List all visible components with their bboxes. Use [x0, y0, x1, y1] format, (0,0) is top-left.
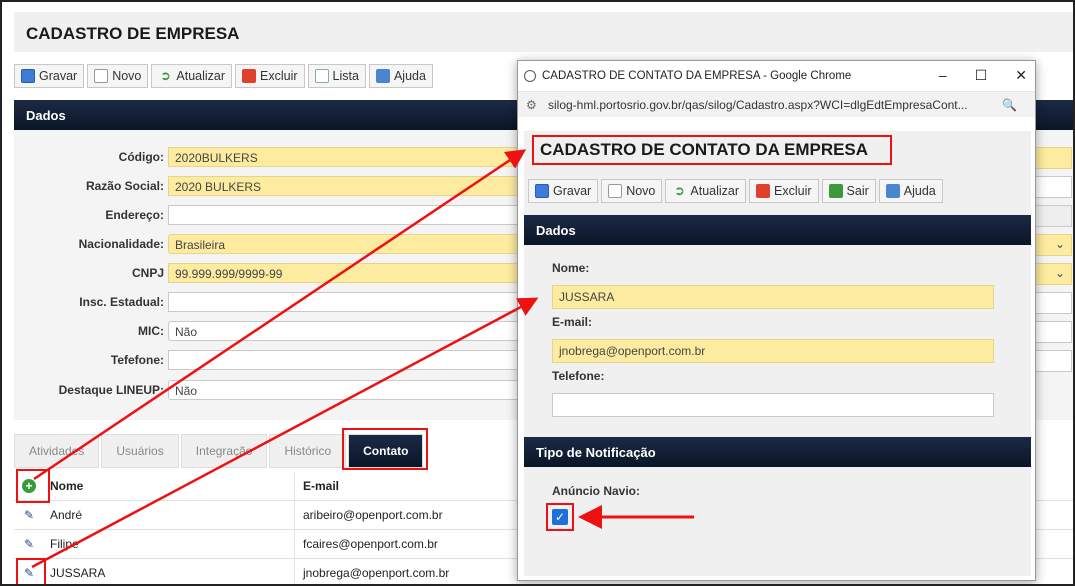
delete-button[interactable]: Excluir [235, 64, 305, 88]
popup-toolbar: Gravar Novo ➲ Atualizar Excluir Sair Ajud… [528, 179, 943, 203]
new-document-icon [94, 69, 109, 83]
new-button[interactable]: Novo [601, 179, 663, 203]
chevron-down-icon: ⌄ [1054, 237, 1065, 251]
contact-popup-window: CADASTRO DE CONTATO DA EMPRESA - Google … [517, 60, 1036, 581]
save-icon [535, 184, 549, 198]
cnpj-field[interactable]: 99.999.999/9999-99 [168, 263, 528, 283]
maximize-icon[interactable]: ☐ [975, 67, 988, 84]
field-label: Destaque LINEUP: [58, 383, 164, 397]
destaque-lineup-select[interactable]: Não [168, 380, 528, 400]
nome-field[interactable]: JUSSARA [552, 285, 994, 309]
field-label: Razão Social: [85, 179, 164, 193]
edit-icon: ✎ [23, 537, 35, 551]
anuncio-navio-checkbox[interactable]: ✓ [552, 509, 568, 525]
field-label: Insc. Estadual: [79, 295, 164, 309]
section-header-notificacao: Tipo de Notificação [524, 437, 1031, 467]
minimize-icon[interactable]: – [939, 67, 947, 84]
help-button[interactable]: Ajuda [878, 179, 943, 203]
telefone-label: Telefone: [552, 369, 605, 383]
cnpj-dropdown[interactable]: ⌄ [1032, 263, 1072, 285]
field-continuation [1032, 205, 1072, 227]
list-icon [314, 69, 329, 83]
telefone-field[interactable] [552, 393, 994, 417]
field-label: Tefefone: [110, 353, 164, 367]
tab-historico[interactable]: Histórico [269, 434, 347, 468]
delete-icon [756, 184, 771, 198]
field-label: Endereço: [105, 208, 164, 222]
tab-bar: Atividades Usuários Integração Histórico… [14, 434, 424, 468]
list-button[interactable]: Lista [307, 64, 366, 88]
razao-social-field[interactable]: 2020 BULKERS [168, 176, 528, 196]
field-continuation [1032, 176, 1072, 198]
popup-body: CADASTRO DE CONTATO DA EMPRESA Gravar No… [524, 131, 1031, 576]
column-header-nome[interactable]: Nome [44, 479, 294, 493]
help-icon [375, 69, 390, 83]
chevron-down-icon: ⌄ [1054, 266, 1065, 280]
site-info-icon[interactable]: ⚙ [526, 98, 540, 112]
email-label: E-mail: [552, 315, 593, 329]
close-icon[interactable]: ✕ [1015, 67, 1027, 84]
exit-icon [828, 184, 843, 198]
delete-button[interactable]: Excluir [749, 179, 819, 203]
field-continuation [1032, 321, 1072, 343]
add-contact-button[interactable]: + [14, 479, 44, 493]
field-continuation [1032, 292, 1072, 314]
new-document-icon [608, 184, 623, 198]
nome-label: Nome: [552, 261, 590, 275]
nacionalidade-dropdown[interactable]: ⌄ [1032, 234, 1072, 256]
edit-button[interactable]: ✎ [14, 508, 44, 522]
field-label: MIC: [138, 324, 164, 338]
email-field[interactable]: jnobrega@openport.com.br [552, 339, 994, 363]
window-controls: – ☐ ✕ [939, 67, 1027, 84]
tab-contato[interactable]: Contato [348, 434, 424, 468]
telefone-field[interactable] [168, 350, 528, 370]
delete-icon [242, 69, 257, 83]
edit-icon: ✎ [23, 508, 35, 522]
field-label: CNPJ [131, 266, 164, 280]
save-button[interactable]: Gravar [528, 179, 599, 203]
window-title: CADASTRO DE CONTATO DA EMPRESA - Google … [542, 70, 852, 82]
help-icon [885, 184, 900, 198]
new-button[interactable]: Novo [87, 64, 149, 88]
field-continuation [1032, 147, 1072, 169]
checkmark-icon: ✓ [554, 510, 566, 524]
contact-name: André [50, 508, 83, 522]
codigo-field[interactable]: 2020BULKERS [168, 147, 528, 167]
add-icon: + [22, 479, 36, 493]
field-label: Código: [118, 150, 164, 164]
contact-name: JUSSARA [50, 566, 106, 580]
endereco-field[interactable] [168, 205, 528, 225]
refresh-icon: ➲ [673, 183, 685, 198]
address-bar[interactable]: ⚙ silog-hml.portosrio.gov.br/qas/silog/C… [518, 91, 1035, 117]
help-button[interactable]: Ajuda [368, 64, 433, 88]
tab-usuarios[interactable]: Usuários [101, 434, 179, 468]
edit-icon: ✎ [23, 566, 35, 580]
mic-select[interactable]: Não [168, 321, 528, 341]
refresh-icon: ➲ [159, 68, 171, 83]
main-toolbar: Gravar Novo ➲ Atualizar Excluir Lista Aju… [14, 64, 433, 88]
popup-title: CADASTRO DE CONTATO DA EMPRESA [532, 135, 892, 165]
page-title: CADASTRO DE EMPRESA [26, 24, 240, 43]
field-label: Nacionalidade: [78, 237, 164, 251]
refresh-button[interactable]: ➲ Atualizar [665, 179, 747, 203]
anuncio-navio-label: Anúncio Navio: [552, 484, 641, 498]
tab-integracao[interactable]: Integração [180, 434, 268, 468]
save-button[interactable]: Gravar [14, 64, 85, 88]
edit-button[interactable]: ✎ [14, 537, 44, 551]
edit-button[interactable]: ✎ [14, 566, 44, 580]
browser-icon [524, 70, 536, 82]
tab-atividades[interactable]: Atividades [14, 434, 100, 468]
contact-name: Filipe [50, 537, 79, 551]
zoom-icon[interactable]: 🔍 [1002, 98, 1017, 112]
section-header-dados: Dados [524, 215, 1031, 245]
nacionalidade-select[interactable]: Brasileira [168, 234, 528, 254]
url-text: silog-hml.portosrio.gov.br/qas/silog/Cad… [548, 97, 968, 112]
insc-estadual-field[interactable] [168, 292, 528, 312]
browser-title-bar: CADASTRO DE CONTATO DA EMPRESA - Google … [518, 61, 1035, 91]
main-window: CADASTRO DE EMPRESA Gravar Novo ➲ Atualiz… [0, 0, 1075, 586]
exit-button[interactable]: Sair [821, 179, 876, 203]
save-icon [21, 69, 35, 83]
field-continuation [1032, 350, 1072, 372]
refresh-button[interactable]: ➲ Atualizar [151, 64, 233, 88]
